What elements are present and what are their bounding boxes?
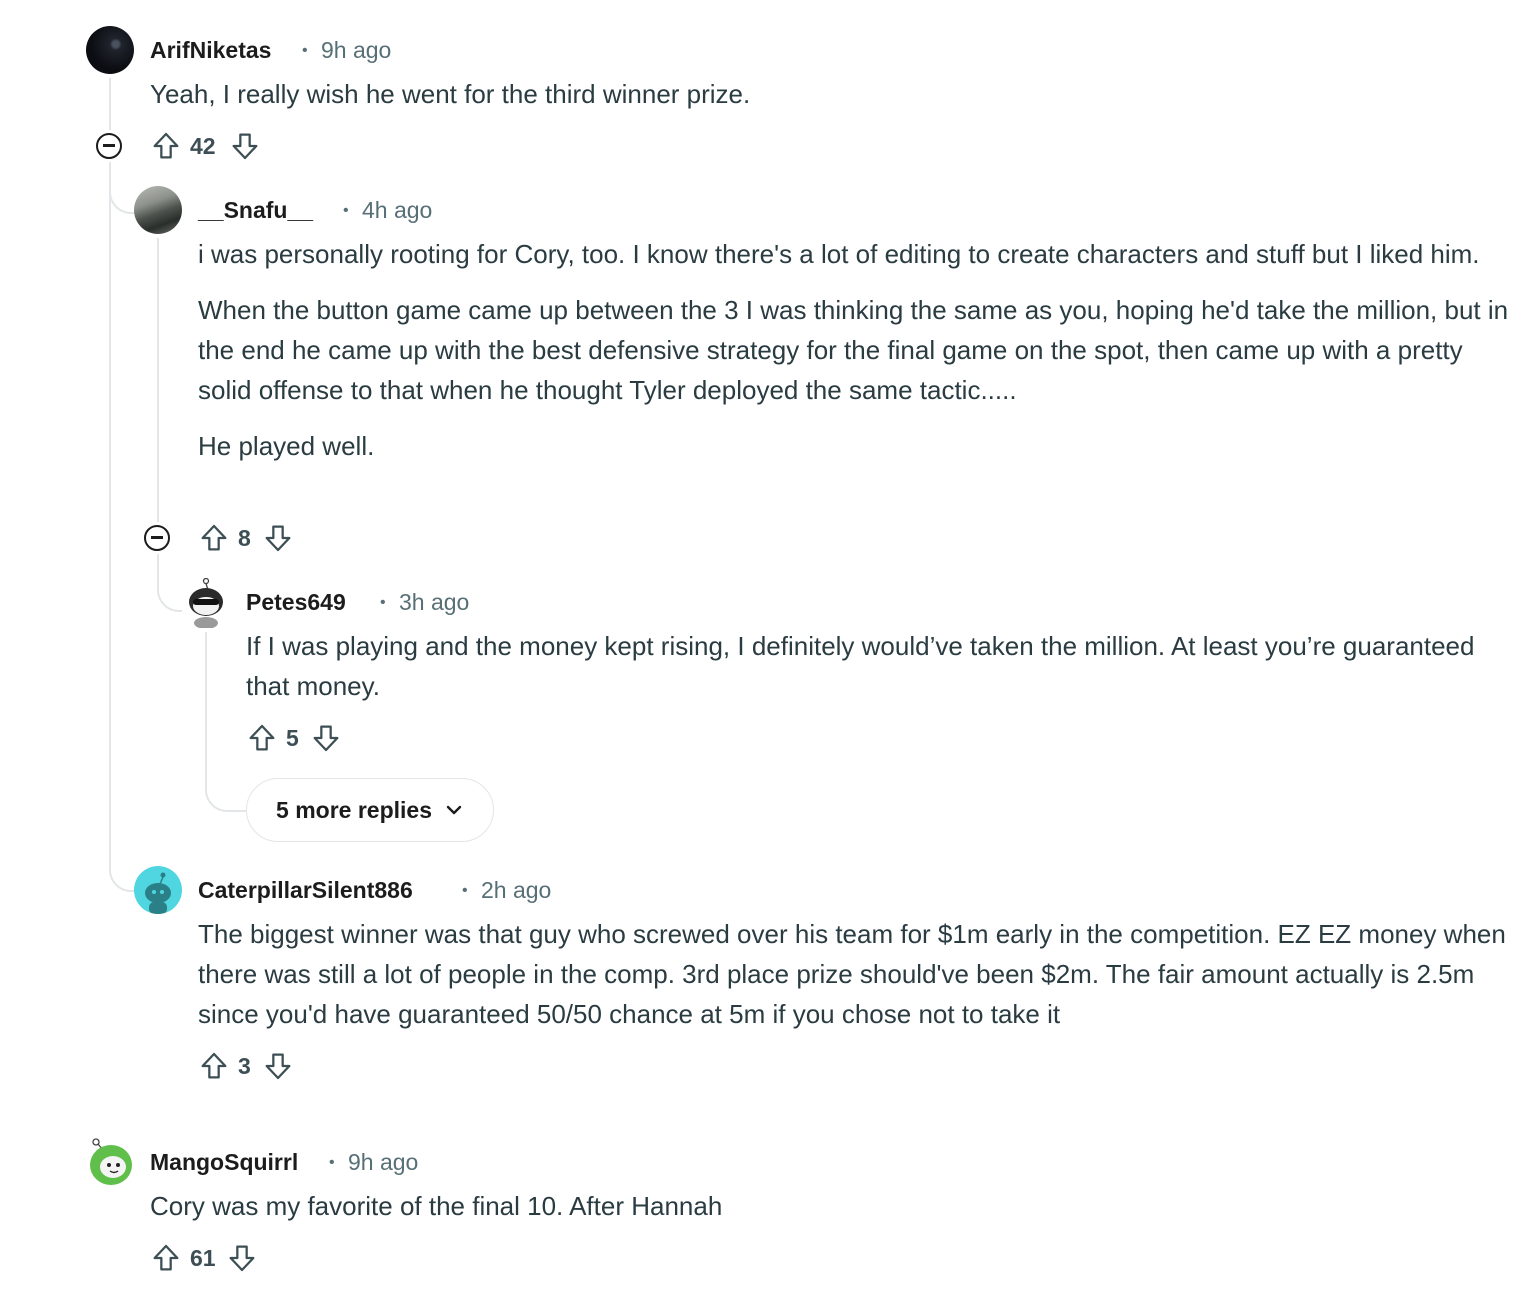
comment-paragraph: i was personally rooting for Cory, too. …: [198, 239, 1480, 269]
upvote-icon[interactable]: [198, 522, 230, 554]
collapse-icon[interactable]: [144, 525, 170, 551]
comment-username[interactable]: __Snafu__: [198, 197, 313, 224]
comment-username[interactable]: CaterpillarSilent886: [198, 877, 413, 904]
vote-score: 3: [238, 1053, 251, 1079]
avatar[interactable]: [86, 1138, 136, 1188]
more-replies-button[interactable]: 5 more replies: [246, 778, 494, 842]
comment-body: Cory was my favorite of the final 10. Af…: [150, 1186, 1510, 1226]
comment-timestamp[interactable]: 9h ago: [348, 1149, 418, 1176]
thread-line-petes: [205, 632, 207, 782]
thread-line-top-level: [109, 78, 111, 130]
comment-body: Yeah, I really wish he went for the thir…: [150, 74, 1510, 114]
avatar[interactable]: [134, 866, 182, 914]
avatar[interactable]: [86, 26, 134, 74]
upvote-icon[interactable]: [150, 130, 182, 162]
vote-score: 8: [238, 525, 251, 551]
downvote-icon[interactable]: [226, 1242, 258, 1274]
thread-connector-more-replies: [205, 770, 247, 812]
comment-paragraph: Cory was my favorite of the final 10. Af…: [150, 1191, 723, 1221]
thread-line-snafu: [157, 238, 159, 522]
thread-line-top-level: [109, 162, 111, 872]
comment-timestamp[interactable]: 3h ago: [399, 589, 469, 616]
comment-body: i was personally rooting for Cory, too. …: [198, 234, 1520, 466]
thread-connector-snafu: [109, 172, 135, 214]
comment-timestamp[interactable]: 4h ago: [362, 197, 432, 224]
comment-body: The biggest winner was that guy who scre…: [198, 914, 1508, 1034]
comment-paragraph: He played well.: [198, 431, 375, 461]
comment-username[interactable]: MangoSquirrl: [150, 1149, 298, 1176]
comment-username[interactable]: ArifNiketas: [150, 37, 271, 64]
comment-username[interactable]: Petes649: [246, 589, 346, 616]
comment-timestamp[interactable]: 2h ago: [481, 877, 551, 904]
avatar[interactable]: [134, 186, 182, 234]
separator-dot: •: [329, 1154, 335, 1171]
downvote-icon[interactable]: [262, 1050, 294, 1082]
collapse-icon[interactable]: [96, 133, 122, 159]
comment-paragraph: The biggest winner was that guy who scre…: [198, 919, 1506, 1029]
thread-connector-caterpillar: [109, 850, 135, 892]
vote-score: 42: [190, 133, 216, 159]
more-replies-label: 5 more replies: [276, 796, 432, 823]
comment-paragraph: When the button game came up between the…: [198, 295, 1509, 405]
separator-dot: •: [380, 594, 386, 611]
comment-timestamp[interactable]: 9h ago: [321, 37, 391, 64]
downvote-icon[interactable]: [310, 722, 342, 754]
separator-dot: •: [462, 882, 468, 899]
separator-dot: •: [302, 42, 308, 59]
comment-paragraph: If I was playing and the money kept risi…: [246, 631, 1475, 701]
upvote-icon[interactable]: [150, 1242, 182, 1274]
avatar[interactable]: [182, 577, 232, 629]
downvote-icon[interactable]: [262, 522, 294, 554]
upvote-icon[interactable]: [198, 1050, 230, 1082]
comment-paragraph: Yeah, I really wish he went for the thir…: [150, 79, 751, 109]
vote-score: 61: [190, 1245, 216, 1271]
separator-dot: •: [343, 202, 349, 219]
upvote-icon[interactable]: [246, 722, 278, 754]
thread-connector-petes: [157, 566, 183, 612]
chevron-down-icon: [446, 805, 462, 815]
downvote-icon[interactable]: [229, 130, 261, 162]
comment-body: If I was playing and the money kept risi…: [246, 626, 1506, 706]
vote-score: 5: [286, 725, 299, 751]
